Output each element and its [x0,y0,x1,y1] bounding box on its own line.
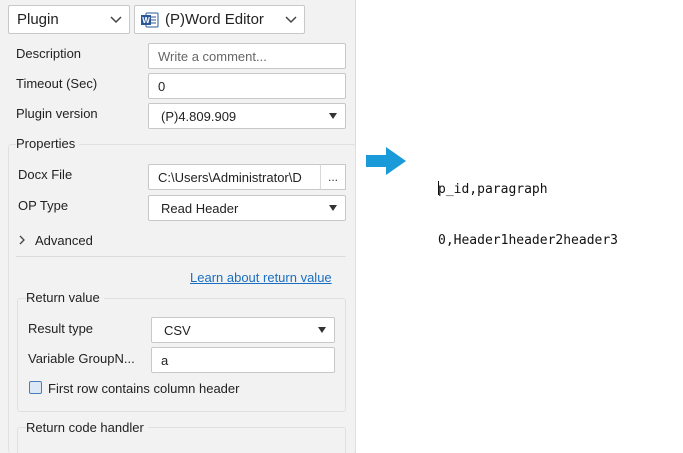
dropdown-arrow-icon [318,327,326,333]
divider [16,256,346,257]
op-type-value: Read Header [161,200,239,216]
dropdown-arrow-icon [329,205,337,211]
browse-button[interactable]: ... [320,164,346,190]
csv-line-2: 0,Header1header2header3 [438,233,619,248]
description-input[interactable]: Write a comment... [148,43,346,69]
plugin-select-label: Plugin [17,11,59,28]
dropdown-arrow-icon [329,113,337,119]
plugin-select[interactable]: Plugin [8,5,130,34]
op-type-label: OP Type [18,198,69,213]
editor-select[interactable]: W (P)Word Editor [134,5,305,34]
return-code-title: Return code handler [26,420,148,435]
variable-label: Variable GroupN... [28,351,135,366]
timeout-input[interactable]: 0 [148,73,346,99]
plugin-version-label: Plugin version [16,106,98,121]
description-label: Description [16,46,82,61]
word-icon: W [141,12,159,28]
chevron-right-icon [18,233,28,248]
docx-file-input[interactable]: C:\Users\Administrator\D [148,164,321,190]
first-row-header-label: First row contains column header [48,381,240,396]
first-row-header-checkbox[interactable] [29,381,42,394]
plugin-version-select[interactable]: (P)4.809.909 [148,103,346,129]
docx-file-label: Docx File [18,167,73,182]
csv-line-1-text: p_id,paragraph [438,182,548,197]
chevron-down-icon [109,13,123,27]
plugin-version-value: (P)4.809.909 [161,108,237,124]
variable-input[interactable]: a [151,347,335,373]
advanced-label: Advanced [35,233,93,248]
csv-output: p_id,paragraph 0,Header1header2header3 [438,147,618,266]
csv-line-1: p_id,paragraph [438,181,618,198]
result-type-label: Result type [28,321,94,336]
chevron-down-icon [284,13,298,27]
return-value-title: Return value [26,290,104,305]
properties-title: Properties [16,136,80,151]
svg-text:W: W [142,16,150,25]
properties-panel: Plugin W (P)Word Editor Description Writ… [0,0,356,453]
advanced-toggle[interactable]: Advanced [18,233,93,248]
right-arrow-icon [366,147,408,178]
editor-select-label: (P)Word Editor [165,11,264,28]
result-type-select[interactable]: CSV [151,317,335,343]
timeout-label: Timeout (Sec) [16,76,98,91]
op-type-select[interactable]: Read Header [148,195,346,221]
result-type-value: CSV [164,322,191,338]
learn-return-value-link[interactable]: Learn about return value [190,270,332,285]
